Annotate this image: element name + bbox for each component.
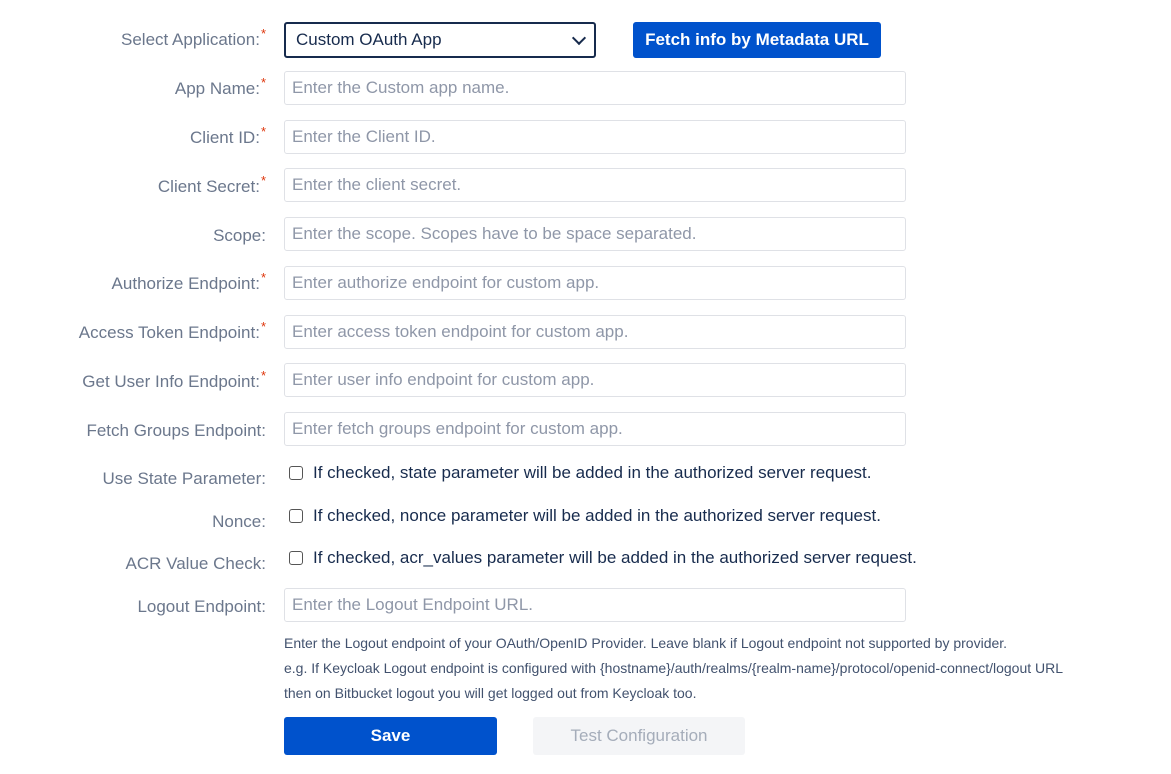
acr-value-option[interactable]: If checked, acr_values parameter will be… [289,548,917,568]
fetch-groups-endpoint-label: Fetch Groups Endpoint: [86,421,266,440]
logout-help-text: Enter the Logout endpoint of your OAuth/… [284,635,1008,651]
use-state-text: If checked, state parameter will be adde… [313,463,872,482]
authorize-endpoint-input[interactable] [284,266,906,300]
client-id-label: Client ID:* [190,124,266,147]
access-token-endpoint-input[interactable] [284,315,906,349]
app-name-label: App Name:* [174,75,266,98]
required-marker: * [260,368,266,383]
required-marker: * [260,124,266,139]
nonce-text: If checked, nonce parameter will be adde… [313,506,881,525]
client-secret-input[interactable] [284,168,906,202]
chevron-down-icon [571,30,587,45]
use-state-label: Use State Parameter: [102,469,266,488]
authorize-endpoint-label: Authorize Endpoint:* [111,270,266,293]
nonce-checkbox[interactable] [289,509,303,523]
use-state-checkbox[interactable] [289,466,303,480]
user-info-endpoint-label: Get User Info Endpoint:* [82,368,266,391]
acr-value-label: ACR Value Check: [125,554,266,573]
nonce-option[interactable]: If checked, nonce parameter will be adde… [289,506,881,526]
nonce-label: Nonce: [212,512,266,531]
scope-input[interactable] [284,217,906,251]
required-marker: * [260,26,266,41]
client-id-input[interactable] [284,120,906,154]
fetch-groups-endpoint-input[interactable] [284,412,906,446]
logout-help-note: then on Bitbucket logout you will get lo… [284,685,697,701]
fetch-metadata-button[interactable]: Fetch info by Metadata URL [633,22,881,58]
required-marker: * [260,270,266,285]
scope-label: Scope: [213,226,266,245]
logout-help-example: e.g. If Keycloak Logout endpoint is conf… [284,660,1064,676]
access-token-endpoint-label: Access Token Endpoint:* [78,319,266,342]
user-info-endpoint-input[interactable] [284,363,906,397]
required-marker: * [260,75,266,90]
application-select-value: Custom OAuth App [296,30,442,49]
logout-endpoint-input[interactable] [284,588,906,622]
app-name-input[interactable] [284,71,906,105]
save-button[interactable]: Save [284,717,497,755]
select-application-label: Select Application:* [121,26,266,49]
client-secret-label: Client Secret:* [157,173,266,196]
required-marker: * [260,319,266,334]
acr-value-text: If checked, acr_values parameter will be… [313,548,917,567]
required-marker: * [260,173,266,188]
test-configuration-button[interactable]: Test Configuration [533,717,745,755]
logout-endpoint-label: Logout Endpoint: [137,597,266,616]
acr-value-checkbox[interactable] [289,551,303,565]
application-select[interactable]: Custom OAuth App [284,22,596,58]
use-state-option[interactable]: If checked, state parameter will be adde… [289,463,871,483]
